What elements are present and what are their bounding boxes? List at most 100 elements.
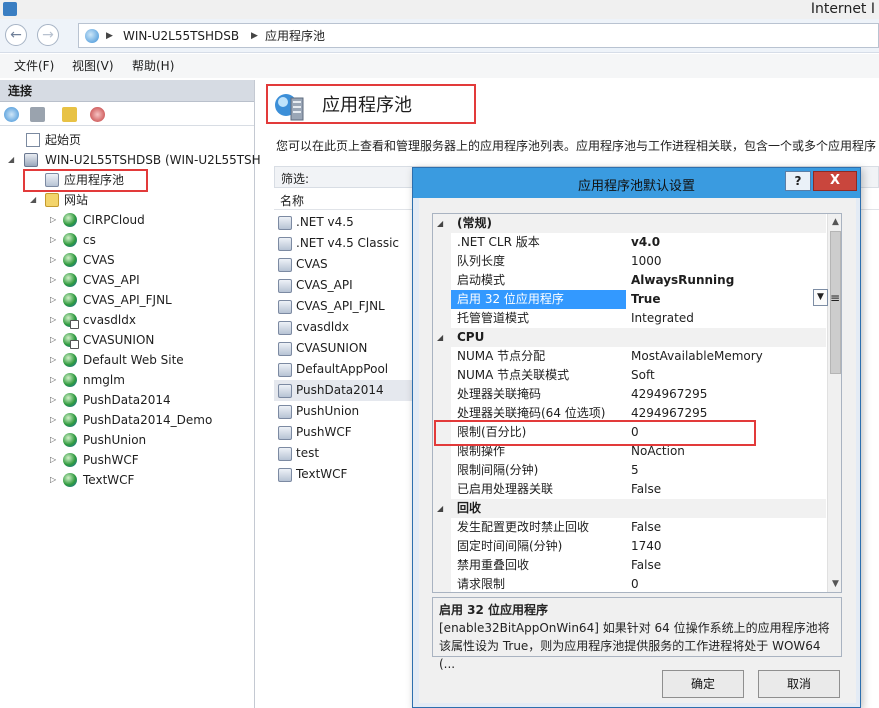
property-row[interactable]: 发生配置更改时禁止回收 False xyxy=(433,518,826,537)
breadcrumb-server[interactable]: WIN-U2L55TSHDSB xyxy=(123,28,239,44)
property-row[interactable]: 托管管道模式 Integrated xyxy=(433,309,826,328)
property-name: 启动模式 xyxy=(457,273,506,287)
connect-globe-icon[interactable] xyxy=(4,107,19,122)
menu-view[interactable]: 视图(V) xyxy=(72,58,114,74)
app-pool-row[interactable]: CVASUNION xyxy=(274,338,414,359)
property-name: 托管管道模式 xyxy=(457,311,530,325)
app-pool-row[interactable]: PushUnion xyxy=(274,401,414,422)
expand-arrow-icon[interactable]: ▷ xyxy=(50,430,56,450)
expand-arrow-icon[interactable]: ▷ xyxy=(50,450,56,470)
property-value[interactable]: v4.0 xyxy=(631,233,660,252)
property-grid-scrollbar[interactable]: ▲ ▼ xyxy=(827,214,841,592)
scroll-down-icon[interactable]: ▼ xyxy=(828,576,841,592)
property-value[interactable]: 1740 xyxy=(631,537,662,556)
property-row[interactable]: 处理器关联掩码 4294967295 xyxy=(433,385,826,404)
property-value[interactable]: Integrated xyxy=(631,309,694,328)
property-value[interactable]: 0 xyxy=(631,575,639,592)
site-globe-icon xyxy=(63,373,77,387)
property-row[interactable]: .NET CLR 版本 v4.0 xyxy=(433,233,826,252)
expand-arrow-icon[interactable]: ▷ xyxy=(50,330,56,350)
save-icon[interactable] xyxy=(30,107,45,122)
forward-arrow-icon[interactable]: → xyxy=(37,24,59,46)
menu-help[interactable]: 帮助(H) xyxy=(132,58,174,74)
property-value[interactable]: AlwaysRunning xyxy=(631,271,734,290)
app-pool-row[interactable]: DefaultAppPool xyxy=(274,359,414,380)
expand-arrow-icon[interactable]: ▷ xyxy=(50,310,56,330)
property-value[interactable]: 4294967295 xyxy=(631,385,707,404)
app-pool-row[interactable]: .NET v4.5 Classic xyxy=(274,233,414,254)
help-button[interactable]: ? xyxy=(785,171,811,191)
property-value[interactable]: False xyxy=(631,480,661,499)
site-globe-icon xyxy=(63,233,77,247)
property-row[interactable]: 限制间隔(分钟) 5 xyxy=(433,461,826,480)
value-dropdown-chevron-down-icon[interactable]: ▼ xyxy=(813,289,828,306)
address-bar[interactable]: ▶ WIN-U2L55TSHDSB ▶ 应用程序池 xyxy=(78,23,879,48)
collapse-arrow-icon[interactable]: ◢ xyxy=(437,214,443,233)
app-pool-icon xyxy=(278,468,292,482)
property-row[interactable]: 已启用处理器关联 False xyxy=(433,480,826,499)
app-pool-row[interactable]: PushData2014 xyxy=(274,380,414,401)
close-button[interactable]: X xyxy=(813,171,857,191)
start-page-icon xyxy=(26,133,40,147)
property-value[interactable]: False xyxy=(631,518,661,537)
dialog-body: ◢ (常规) .NET CLR 版本 v4.0 队列长度 1000 启动模式 AlwaysRu… xyxy=(419,198,856,703)
up-folder-icon[interactable] xyxy=(62,107,77,122)
expand-arrow-icon[interactable]: ◢ xyxy=(8,150,14,170)
property-name: 禁用重叠回收 xyxy=(457,558,530,572)
app-pool-row[interactable]: cvasdldx xyxy=(274,317,414,338)
expand-arrow-icon[interactable]: ▷ xyxy=(50,210,56,230)
property-value[interactable]: False xyxy=(631,556,661,575)
property-row[interactable]: 固定时间间隔(分钟) 1740 xyxy=(433,537,826,556)
app-pool-row[interactable]: CVAS xyxy=(274,254,414,275)
property-description: 启用 32 位应用程序 [enable32BitAppOnWin64] 如果针对… xyxy=(432,597,842,671)
expand-arrow-icon[interactable]: ▷ xyxy=(50,290,56,310)
property-row[interactable]: 队列长度 1000 xyxy=(433,252,826,271)
expand-arrow-icon[interactable]: ▷ xyxy=(50,370,56,390)
app-pool-row[interactable]: CVAS_API_FJNL xyxy=(274,296,414,317)
property-value[interactable]: MostAvailableMemory xyxy=(631,347,763,366)
property-row[interactable]: 启动模式 AlwaysRunning xyxy=(433,271,826,290)
property-value[interactable]: 1000 xyxy=(631,252,662,271)
app-pool-row[interactable]: CVAS_API xyxy=(274,275,414,296)
app-pool-row[interactable]: PushWCF xyxy=(274,422,414,443)
property-category[interactable]: ◢ (常规) xyxy=(433,214,826,233)
grid-gutter xyxy=(433,347,451,366)
ok-button[interactable]: 确定 xyxy=(662,670,744,698)
property-row[interactable]: 启用 32 位应用程序 True xyxy=(433,290,826,309)
breadcrumb-app-pools[interactable]: 应用程序池 xyxy=(265,28,325,44)
page-description: 您可以在此页上查看和管理服务器上的应用程序池列表。应用程序池与工作进程相关联，包… xyxy=(276,139,877,153)
expand-arrow-icon[interactable]: ▷ xyxy=(50,410,56,430)
expand-arrow-icon[interactable]: ◢ xyxy=(30,190,36,210)
property-value[interactable]: 5 xyxy=(631,461,639,480)
property-value[interactable]: True xyxy=(631,290,660,309)
connections-header: 连接 xyxy=(0,80,254,102)
expand-arrow-icon[interactable]: ▷ xyxy=(50,390,56,410)
ellipsis-icon[interactable]: ≡ xyxy=(830,291,840,305)
expand-arrow-icon[interactable]: ▷ xyxy=(50,250,56,270)
expand-arrow-icon[interactable]: ▷ xyxy=(50,350,56,370)
back-arrow-icon[interactable]: ← xyxy=(5,24,27,46)
expand-arrow-icon[interactable]: ▷ xyxy=(50,230,56,250)
app-pool-row[interactable]: .NET v4.5 xyxy=(274,212,414,233)
description-title: 启用 32 位应用程序 xyxy=(439,603,549,617)
collapse-arrow-icon[interactable]: ◢ xyxy=(437,499,443,518)
property-category[interactable]: ◢ 回收 xyxy=(433,499,826,518)
disconnect-icon[interactable] xyxy=(90,107,105,122)
cancel-button[interactable]: 取消 xyxy=(758,670,840,698)
app-pool-icon xyxy=(278,405,292,419)
expand-arrow-icon[interactable]: ▷ xyxy=(50,270,56,290)
property-row[interactable]: 禁用重叠回收 False xyxy=(433,556,826,575)
app-pool-row[interactable]: test xyxy=(274,443,414,464)
property-value[interactable]: Soft xyxy=(631,366,655,385)
app-pool-row[interactable]: TextWCF xyxy=(274,464,414,485)
site-globe-icon xyxy=(63,433,77,447)
expand-arrow-icon[interactable]: ▷ xyxy=(50,470,56,490)
collapse-arrow-icon[interactable]: ◢ xyxy=(437,328,443,347)
scroll-up-icon[interactable]: ▲ xyxy=(828,214,841,230)
property-row[interactable]: NUMA 节点分配 MostAvailableMemory xyxy=(433,347,826,366)
property-row[interactable]: NUMA 节点关联模式 Soft xyxy=(433,366,826,385)
property-category[interactable]: ◢ CPU xyxy=(433,328,826,347)
property-grid[interactable]: ◢ (常规) .NET CLR 版本 v4.0 队列长度 1000 启动模式 AlwaysRu… xyxy=(432,213,842,593)
menu-file[interactable]: 文件(F) xyxy=(14,58,54,74)
property-row[interactable]: 请求限制 0 xyxy=(433,575,826,592)
